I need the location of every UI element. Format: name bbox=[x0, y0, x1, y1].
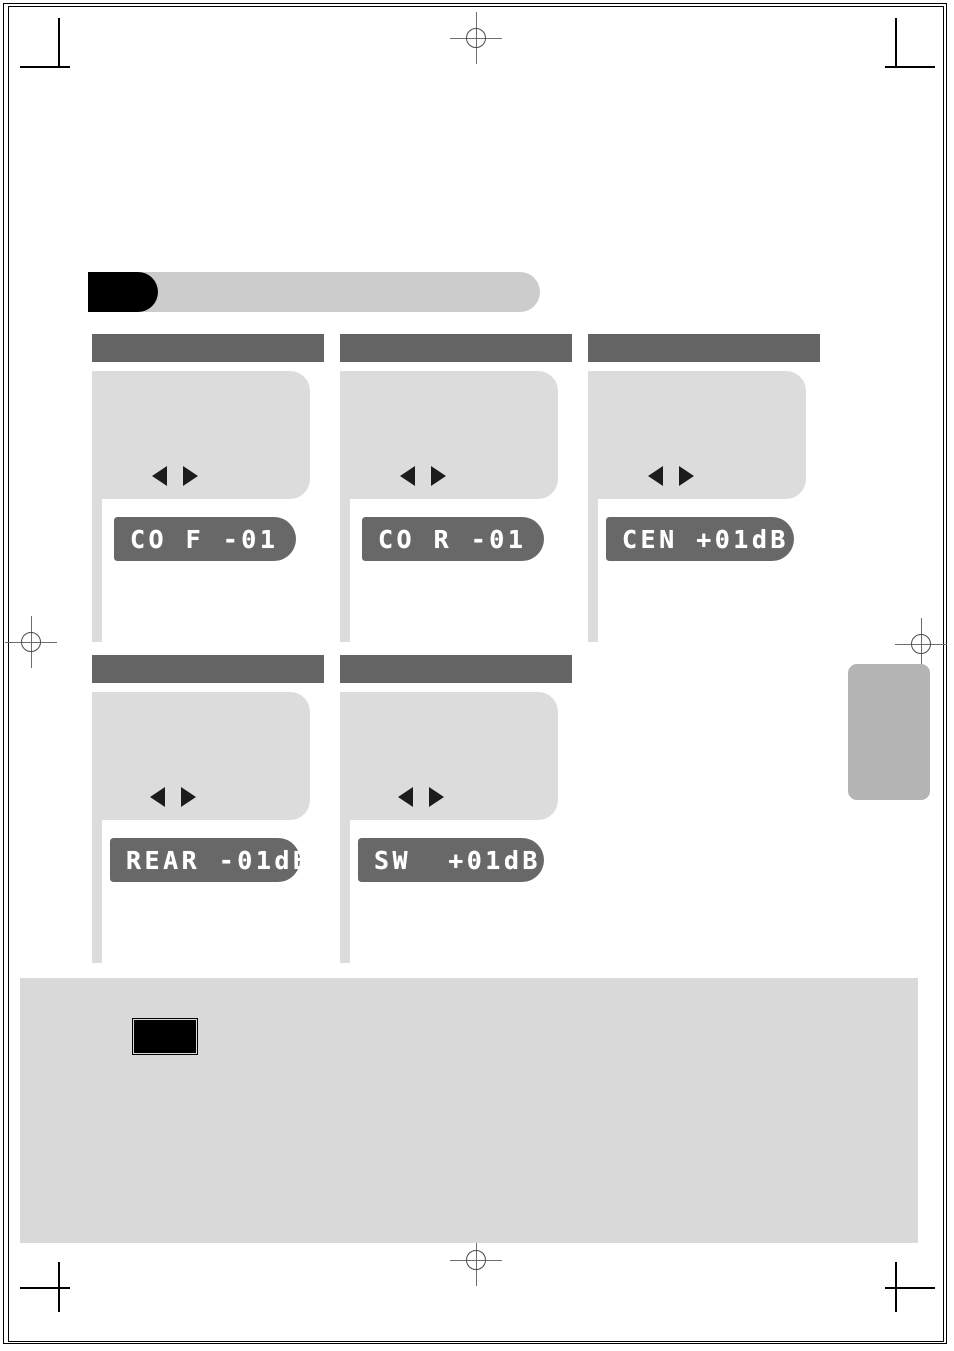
crop-mark-top-left-vertical bbox=[58, 18, 60, 68]
arrow-right-icon[interactable] bbox=[679, 466, 694, 486]
step-header bbox=[92, 334, 324, 362]
note-badge bbox=[131, 1017, 199, 1056]
step-connector-stripe bbox=[92, 815, 102, 963]
crop-mark-bottom-right-horizontal bbox=[885, 1287, 935, 1289]
step-card-center-speaker-level: CEN +01dB bbox=[588, 334, 824, 644]
navigation-arrows bbox=[398, 787, 444, 807]
navigation-arrows bbox=[150, 787, 196, 807]
arrow-left-icon[interactable] bbox=[648, 466, 663, 486]
crop-mark-top-right-vertical bbox=[895, 18, 897, 68]
navigation-arrows bbox=[648, 466, 694, 486]
step-connector-stripe bbox=[340, 494, 350, 642]
display-text: CEN +01dB bbox=[622, 524, 789, 554]
reg-ring bbox=[466, 1250, 486, 1270]
step-body bbox=[588, 371, 806, 499]
arrow-right-icon[interactable] bbox=[431, 466, 446, 486]
step-card-rear-speaker-delay: CO R -01 bbox=[340, 334, 576, 644]
display-panel: CO F -01 bbox=[114, 517, 296, 561]
arrow-right-icon[interactable] bbox=[183, 466, 198, 486]
arrow-right-icon[interactable] bbox=[429, 787, 444, 807]
display-panel: SW +01dB bbox=[358, 838, 544, 882]
display-text: CO F -01 bbox=[130, 524, 279, 554]
display-text: REAR -01dB bbox=[126, 845, 300, 875]
step-header bbox=[340, 334, 572, 362]
step-body bbox=[340, 371, 558, 499]
display-text: CO R -01 bbox=[378, 524, 527, 554]
manual-page: CO F -01 CO R -01 CEN +01dB REAR -01dB S… bbox=[0, 0, 954, 1351]
section-title-bar bbox=[88, 272, 540, 312]
crop-mark-top-left-horizontal bbox=[20, 66, 70, 68]
step-card-rear-speaker-level: REAR -01dB bbox=[92, 655, 328, 965]
step-body bbox=[92, 692, 310, 820]
arrow-left-icon[interactable] bbox=[398, 787, 413, 807]
section-number-badge bbox=[88, 272, 158, 312]
registration-mark-top bbox=[450, 12, 502, 64]
arrow-left-icon[interactable] bbox=[400, 466, 415, 486]
display-panel: CO R -01 bbox=[362, 517, 544, 561]
step-body bbox=[92, 371, 310, 499]
step-card-front-speaker-delay: CO F -01 bbox=[92, 334, 328, 644]
navigation-arrows bbox=[152, 466, 198, 486]
crop-mark-bottom-left-horizontal bbox=[20, 1287, 70, 1289]
reg-ring bbox=[21, 632, 41, 652]
display-panel: REAR -01dB bbox=[110, 838, 300, 882]
step-connector-stripe bbox=[92, 494, 102, 642]
reg-ring bbox=[911, 634, 931, 654]
registration-mark-left bbox=[5, 616, 57, 668]
step-header bbox=[92, 655, 324, 683]
step-connector-stripe bbox=[340, 815, 350, 963]
display-panel: CEN +01dB bbox=[606, 517, 794, 561]
arrow-left-icon[interactable] bbox=[152, 466, 167, 486]
navigation-arrows bbox=[400, 466, 446, 486]
registration-mark-right bbox=[895, 618, 947, 670]
display-text: SW +01dB bbox=[374, 845, 541, 875]
arrow-left-icon[interactable] bbox=[150, 787, 165, 807]
step-card-subwoofer-level: SW +01dB bbox=[340, 655, 576, 965]
note-box bbox=[20, 978, 918, 1243]
crop-mark-top-right-horizontal bbox=[885, 66, 935, 68]
step-header bbox=[588, 334, 820, 362]
step-connector-stripe bbox=[588, 494, 598, 642]
step-header bbox=[340, 655, 572, 683]
side-index-tab bbox=[848, 664, 930, 800]
step-body bbox=[340, 692, 558, 820]
arrow-right-icon[interactable] bbox=[181, 787, 196, 807]
reg-ring bbox=[466, 28, 486, 48]
